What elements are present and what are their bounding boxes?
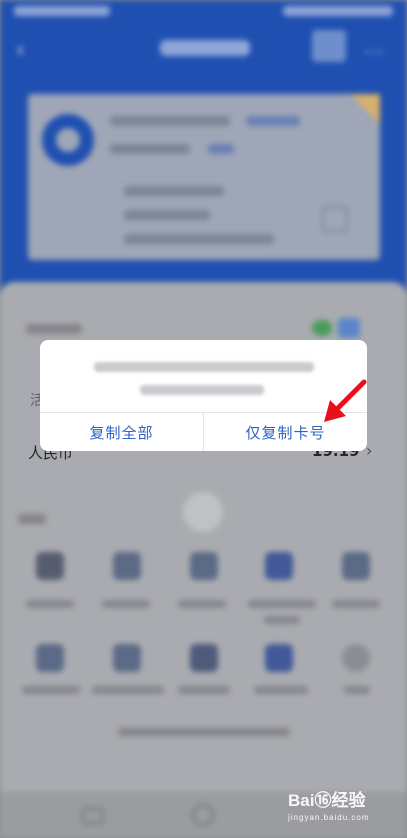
- recent-apps-icon[interactable]: [82, 808, 104, 824]
- back-arrow-icon[interactable]: ‹: [16, 38, 25, 63]
- baidu-watermark: Bai⑯经验 jingyan.baidu.com: [288, 786, 369, 822]
- card-corner-badge: [350, 94, 380, 124]
- center-circle-icon: [183, 492, 223, 532]
- dialog-actions: 复制全部 仅复制卡号: [40, 412, 367, 451]
- home-icon[interactable]: [192, 804, 214, 826]
- more-dots-icon[interactable]: ···: [364, 42, 384, 63]
- qr-icon[interactable]: [322, 206, 348, 232]
- bank-logo-icon: [42, 114, 94, 166]
- status-bar: [14, 4, 393, 18]
- dialog-message: [40, 340, 367, 412]
- watermark-url: jingyan.baidu.com: [288, 813, 370, 822]
- red-arrow-icon: [324, 379, 367, 422]
- bank-card: [28, 94, 380, 260]
- copy-all-button[interactable]: 复制全部: [40, 413, 203, 451]
- copy-dialog: 复制全部 仅复制卡号: [40, 340, 367, 451]
- watermark-brand: Bai⑯经验: [288, 791, 366, 810]
- page-title: [160, 40, 250, 56]
- share-icon[interactable]: [312, 30, 346, 62]
